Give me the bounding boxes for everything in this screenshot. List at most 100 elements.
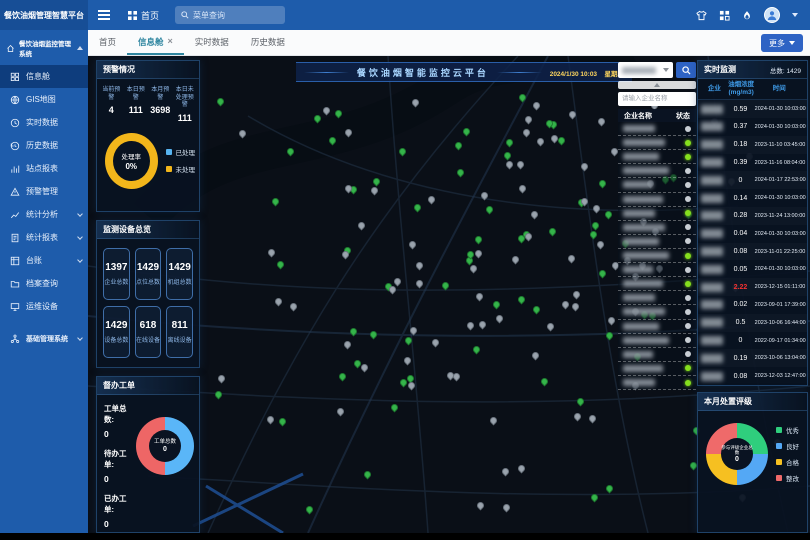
realtime-row[interactable]: 0.282023-11-24 13:00:00 xyxy=(698,207,807,225)
sidebar-item-档案查询[interactable]: 档案查询 xyxy=(0,272,88,295)
map-pin-offline[interactable] xyxy=(360,363,370,373)
map-pin-offline[interactable] xyxy=(530,210,540,220)
enterprise-list-row[interactable] xyxy=(618,305,696,319)
enterprise-list-row[interactable] xyxy=(618,193,696,207)
tab-实时数据[interactable]: 实时数据 xyxy=(184,30,240,55)
map-company-select[interactable] xyxy=(618,62,673,78)
map-pin-online[interactable] xyxy=(591,221,601,231)
map-pin-offline[interactable] xyxy=(536,137,546,147)
map-pin-online[interactable] xyxy=(598,179,608,189)
map-pin-offline[interactable] xyxy=(411,98,421,108)
map-pin-online[interactable] xyxy=(271,197,281,207)
map-pin-online[interactable] xyxy=(404,336,414,346)
map-pin-online[interactable] xyxy=(605,484,615,494)
realtime-row[interactable]: 0.52023-10-06 16:44:00 xyxy=(698,314,807,332)
enterprise-list-row[interactable] xyxy=(618,277,696,291)
map-pin-offline[interactable] xyxy=(466,321,476,331)
map-pin-offline[interactable] xyxy=(501,467,511,477)
map-pin-online[interactable] xyxy=(390,403,400,413)
map-pin-online[interactable] xyxy=(454,141,464,151)
map-pin-online[interactable] xyxy=(503,151,513,161)
sidebar-item-信息舱[interactable]: 信息舱 xyxy=(0,65,88,88)
tab-首页[interactable]: 首页 xyxy=(88,30,127,55)
user-menu-chevron-down-icon[interactable] xyxy=(792,13,798,17)
map-pin-offline[interactable] xyxy=(592,204,602,214)
map-pin-online[interactable] xyxy=(338,372,348,382)
map-pin-online[interactable] xyxy=(286,147,296,157)
map-pin-online[interactable] xyxy=(334,109,344,119)
realtime-row[interactable]: 0.592024-01-30 10:03:00 xyxy=(698,100,807,118)
map-pin-online[interactable] xyxy=(576,397,586,407)
map-pin-online[interactable] xyxy=(462,127,472,137)
map-pin-offline[interactable] xyxy=(393,277,403,287)
map-pin-offline[interactable] xyxy=(336,407,346,417)
map-pin-offline[interactable] xyxy=(505,160,515,170)
map-pin-offline[interactable] xyxy=(476,501,486,511)
realtime-row[interactable]: 0.022023-09-01 17:39:00 xyxy=(698,296,807,314)
map-pin-online[interactable] xyxy=(532,305,542,315)
enterprise-list-row[interactable] xyxy=(618,362,696,376)
menu-search-input[interactable]: 菜单查询 xyxy=(175,6,285,24)
map-pin-offline[interactable] xyxy=(518,184,528,194)
map-pin-offline[interactable] xyxy=(572,290,582,300)
map-pin-online[interactable] xyxy=(472,345,482,355)
map-pin-offline[interactable] xyxy=(532,101,542,111)
map-pin-online[interactable] xyxy=(517,295,527,305)
enterprise-list-row[interactable] xyxy=(618,235,696,249)
sidebar-item-运维设备[interactable]: 运维设备 xyxy=(0,295,88,318)
map-pin-offline[interactable] xyxy=(531,351,541,361)
map-pin-offline[interactable] xyxy=(431,338,441,348)
realtime-row[interactable]: 0.082023-11-01 22:25:00 xyxy=(698,243,807,261)
map-pin-offline[interactable] xyxy=(274,297,284,307)
realtime-row[interactable]: 2.222023-12-15 01:11:00 xyxy=(698,278,807,296)
map-pin-online[interactable] xyxy=(214,390,224,400)
sidebar-item-实时数据[interactable]: 实时数据 xyxy=(0,111,88,134)
tab-历史数据[interactable]: 历史数据 xyxy=(240,30,296,55)
map-pin-offline[interactable] xyxy=(388,285,398,295)
map-pin-offline[interactable] xyxy=(408,240,418,250)
map-pin-offline[interactable] xyxy=(343,340,353,350)
map-pin-offline[interactable] xyxy=(546,322,556,332)
map-pin-offline[interactable] xyxy=(524,232,534,242)
map-pin-offline[interactable] xyxy=(480,191,490,201)
notification-flame-icon[interactable] xyxy=(742,10,752,21)
list-collapse-button[interactable] xyxy=(618,81,696,89)
map-pin-online[interactable] xyxy=(216,97,226,107)
enterprise-list-row[interactable] xyxy=(618,164,696,178)
map-pin-offline[interactable] xyxy=(489,416,499,426)
map-pin-offline[interactable] xyxy=(475,292,485,302)
map-pin-offline[interactable] xyxy=(573,412,583,422)
map-pin-online[interactable] xyxy=(413,203,423,213)
map-pin-offline[interactable] xyxy=(524,115,534,125)
enterprise-list-row[interactable] xyxy=(618,291,696,305)
apps-layout-icon[interactable] xyxy=(719,10,730,21)
map-pin-online[interactable] xyxy=(276,260,286,270)
map-pin-online[interactable] xyxy=(598,269,608,279)
map-pin-online[interactable] xyxy=(349,327,359,337)
realtime-row[interactable]: 0.372024-01-30 10:03:00 xyxy=(698,118,807,136)
map-pin-online[interactable] xyxy=(474,235,484,245)
tab-信息舱[interactable]: 信息舱× xyxy=(127,30,184,55)
map-pin-online[interactable] xyxy=(605,331,615,341)
map-pin-online[interactable] xyxy=(441,281,451,291)
map-pin-online[interactable] xyxy=(313,114,323,124)
map-pin-online[interactable] xyxy=(548,227,558,237)
map-pin-offline[interactable] xyxy=(495,314,505,324)
map-pin-offline[interactable] xyxy=(502,503,512,513)
realtime-row[interactable]: 0.182023-11-10 03:45:00 xyxy=(698,136,807,154)
enterprise-list-row[interactable] xyxy=(618,150,696,164)
map-pin-offline[interactable] xyxy=(289,302,299,312)
map-pin-offline[interactable] xyxy=(267,248,277,258)
enterprise-list-row[interactable] xyxy=(618,178,696,192)
map-pin-online[interactable] xyxy=(590,493,600,503)
realtime-row[interactable]: 0.142024-01-30 10:03:00 xyxy=(698,189,807,207)
breadcrumb-home[interactable]: 首页 xyxy=(128,9,159,22)
enterprise-name-input[interactable]: 请输入企业名称 xyxy=(618,92,696,106)
map-pin-offline[interactable] xyxy=(580,162,590,172)
map-pin-offline[interactable] xyxy=(415,279,425,289)
map-pin-offline[interactable] xyxy=(403,356,413,366)
map-pin-offline[interactable] xyxy=(238,129,248,139)
map-pin-offline[interactable] xyxy=(322,106,332,116)
enterprise-list-row[interactable] xyxy=(618,376,696,390)
map-pin-online[interactable] xyxy=(518,93,528,103)
